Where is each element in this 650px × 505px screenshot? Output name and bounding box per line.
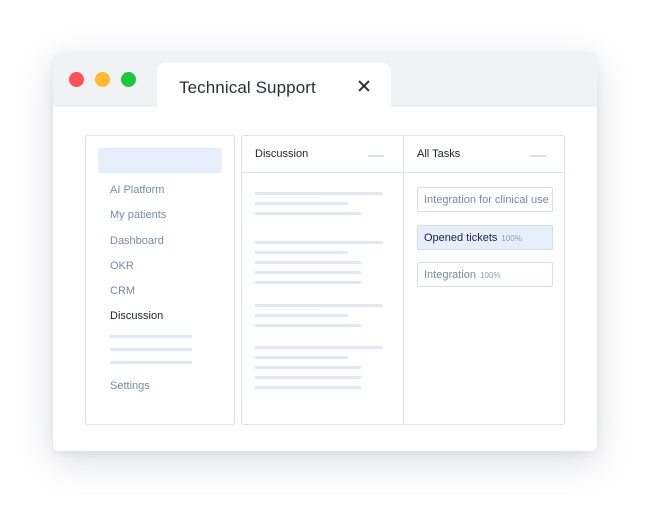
sidebar-placeholder-line bbox=[110, 348, 192, 351]
sidebar-item-crm[interactable]: CRM bbox=[110, 285, 135, 297]
header-divider bbox=[242, 172, 564, 173]
sidebar-item-discussion[interactable]: Discussion bbox=[110, 310, 163, 322]
message-line bbox=[255, 366, 361, 369]
discussion-title: Discussion bbox=[255, 148, 309, 160]
close-icon[interactable] bbox=[357, 79, 371, 93]
sidebar-item-my-patients[interactable]: My patients bbox=[110, 209, 166, 221]
message-line bbox=[255, 346, 383, 349]
main-panel: Discussion All Tasks Integration for cli… bbox=[241, 135, 565, 425]
task-percent: 100% bbox=[479, 271, 501, 280]
sidebar-item-okr[interactable]: OKR bbox=[110, 260, 134, 272]
message-line bbox=[255, 304, 383, 307]
message-line bbox=[255, 356, 348, 359]
title-bar: Technical Support bbox=[53, 53, 597, 107]
sidebar-item-dashboard[interactable]: Dashboard bbox=[110, 235, 164, 247]
message-line bbox=[255, 241, 383, 244]
tab-title: Technical Support bbox=[179, 78, 316, 97]
message-line bbox=[255, 251, 348, 254]
maximize-window-button[interactable] bbox=[121, 72, 136, 87]
message-line bbox=[255, 324, 361, 327]
message-line bbox=[255, 212, 361, 215]
task-percent: 100% bbox=[501, 234, 522, 243]
task-label: Integration for clinical use bbox=[424, 194, 549, 206]
tab-technical-support[interactable]: Technical Support bbox=[157, 63, 391, 107]
discussion-minimize-icon[interactable] bbox=[368, 155, 384, 157]
close-window-button[interactable] bbox=[69, 72, 84, 87]
message-line bbox=[255, 376, 361, 379]
task-item-integration-clinical[interactable]: Integration for clinical use bbox=[417, 187, 553, 212]
sidebar-placeholder-line bbox=[110, 335, 192, 338]
message-line bbox=[255, 386, 361, 389]
task-label: Integration 100% bbox=[424, 269, 500, 281]
sidebar-placeholder-line bbox=[110, 361, 192, 364]
task-item-integration[interactable]: Integration 100% bbox=[417, 262, 553, 287]
all-tasks-title: All Tasks bbox=[417, 148, 461, 160]
sidebar-item-settings[interactable]: Settings bbox=[110, 380, 150, 392]
message-line bbox=[255, 261, 361, 264]
message-line bbox=[255, 314, 348, 317]
task-item-opened-tickets[interactable]: Opened tickets 100% bbox=[417, 225, 553, 250]
sidebar: AI Platform My patients Dashboard OKR CR… bbox=[85, 135, 235, 425]
message-line bbox=[255, 192, 383, 195]
task-label-text: Integration bbox=[424, 269, 476, 281]
message-line bbox=[255, 271, 361, 274]
column-divider bbox=[403, 136, 404, 424]
task-label: Opened tickets 100% bbox=[424, 232, 522, 244]
tasks-minimize-icon[interactable] bbox=[530, 155, 546, 157]
message-line bbox=[255, 281, 361, 284]
task-label-text: Opened tickets bbox=[424, 232, 498, 244]
app-window: Technical Support AI Platform My patient… bbox=[53, 53, 597, 451]
sidebar-highlight-placeholder bbox=[98, 148, 222, 173]
sidebar-item-ai-platform[interactable]: AI Platform bbox=[110, 184, 164, 196]
message-line bbox=[255, 202, 348, 205]
minimize-window-button[interactable] bbox=[95, 72, 110, 87]
